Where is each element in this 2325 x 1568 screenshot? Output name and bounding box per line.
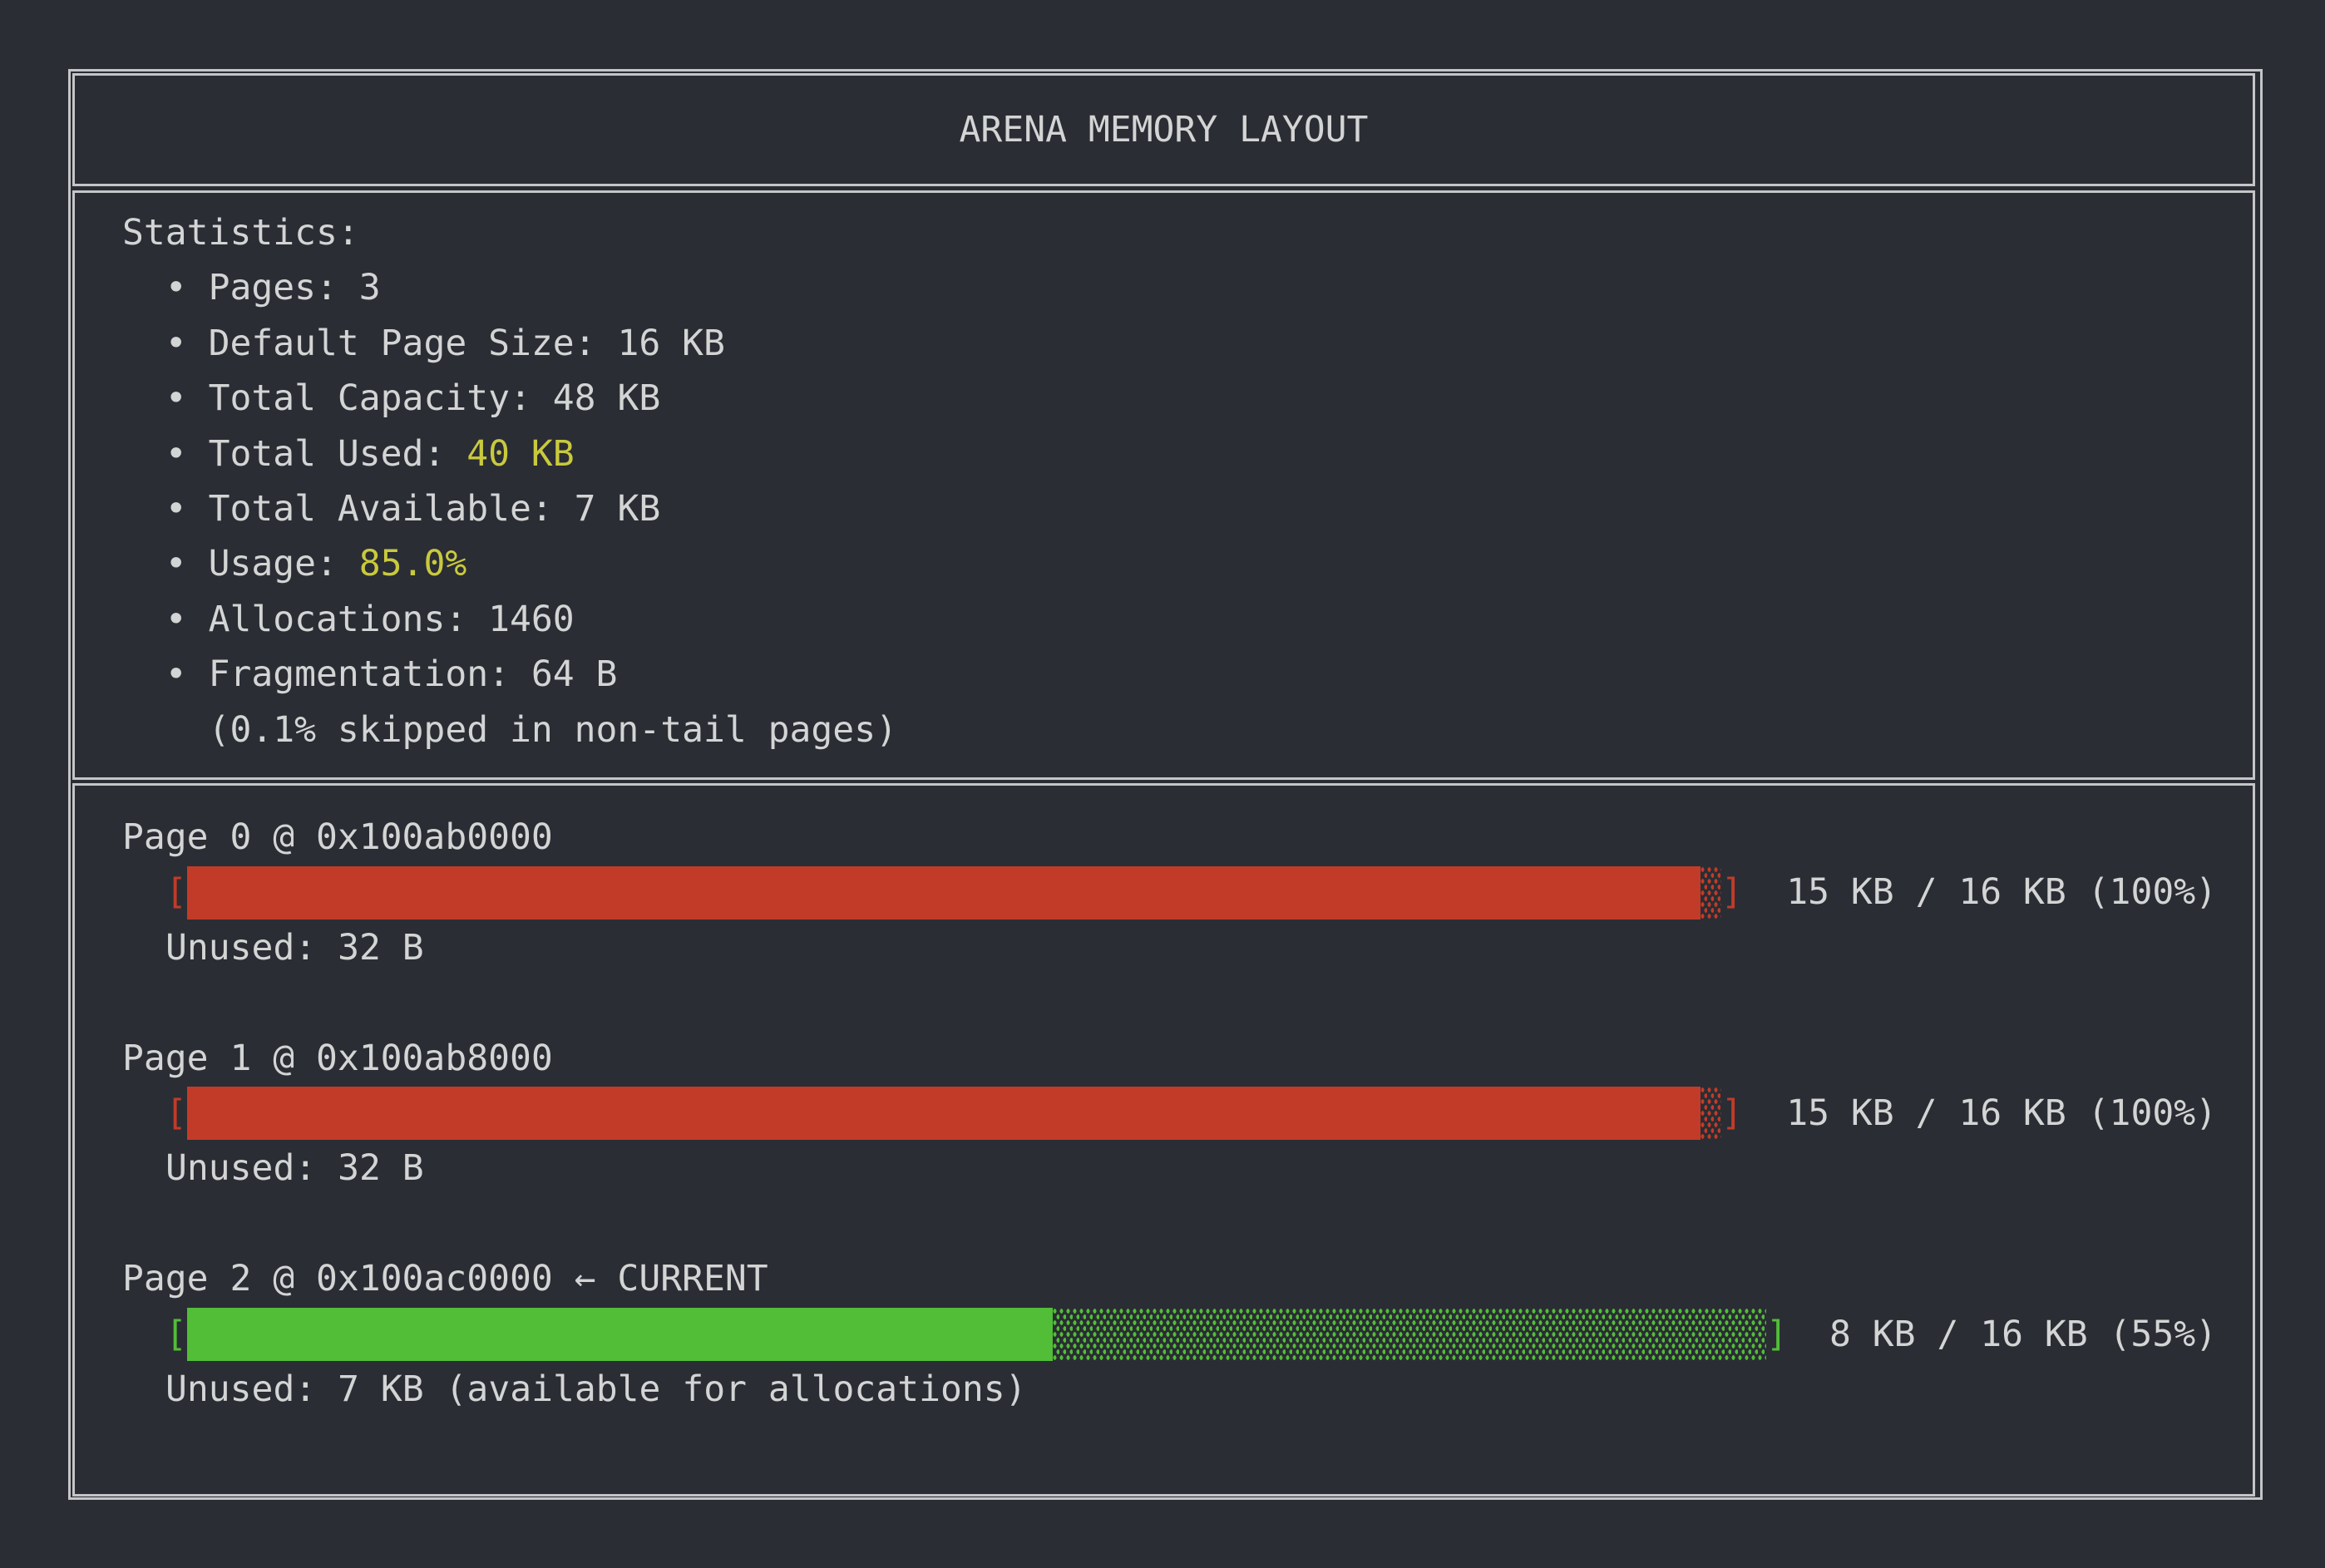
stat-label: Usage: [209,543,359,584]
bar-open-bracket: [ [165,1307,187,1362]
bar-track [187,866,1721,920]
stat-highlight: 40 KB [466,433,574,475]
bar-free-segment [1701,866,1721,920]
stat-item-total-available: • Total Available: 7 KB [122,481,2219,536]
stat-label: Pages: 3 [209,267,381,308]
stat-label: Allocations: 1460 [209,599,575,640]
page-2-unused-label: Unused: 7 KB (available for allocations) [122,1362,2217,1417]
terminal-screen: ARENA MEMORY LAYOUT Statistics: • Pages:… [0,0,2325,1568]
page-0-unused-label: Unused: 32 B [122,920,2217,975]
bar-close-bracket: ] [1766,1307,1788,1362]
stat-item-pages: • Pages: 3 [122,260,2219,315]
bar-close-bracket: ] [1721,1086,1743,1141]
spacer-line [122,975,2217,1030]
bar-open-bracket: [ [165,865,187,920]
bar-track [187,1087,1721,1140]
bullet-icon: • [122,433,209,475]
bar-close-bracket: ] [1721,865,1743,920]
statistics-note: (0.1% skipped in non-tail pages) [122,703,2219,757]
page-2-bar: [ ] 8 KB / 16 KB (55%) [122,1307,2217,1362]
bar-used-segment [187,1087,1701,1140]
page-1-bar: [ ] 15 KB / 16 KB (100%) [122,1086,2217,1141]
bullet-icon: • [122,267,209,308]
bar-stats-label: 15 KB / 16 KB (100%) [1743,865,2217,920]
page-title: ARENA MEMORY LAYOUT [960,109,1369,150]
bar-stats-label: 15 KB / 16 KB (100%) [1743,1086,2217,1141]
statistics-panel: Statistics: • Pages: 3 • Default Page Si… [72,190,2255,780]
bar-open-bracket: [ [165,1086,187,1141]
spacer-line [122,1196,2217,1251]
bullet-icon: • [122,488,209,530]
stat-item-fragmentation: • Fragmentation: 64 B [122,647,2219,702]
bar-used-segment [187,1308,1053,1361]
title-panel: ARENA MEMORY LAYOUT [72,73,2255,186]
bar-free-segment [1053,1308,1766,1361]
pages-panel: Page 0 @ 0x100ab0000 [ ] 15 KB / 16 KB (… [72,783,2255,1497]
stat-item-usage: • Usage: 85.0% [122,536,2219,591]
page-0-bar: [ ] 15 KB / 16 KB (100%) [122,865,2217,920]
page-1-header: Page 1 @ 0x100ab8000 [122,1031,2217,1086]
stat-label: Total Used: [209,433,467,475]
stat-label: Default Page Size: 16 KB [209,323,725,364]
stat-label: Fragmentation: 64 B [209,653,618,695]
page-2-header: Page 2 @ 0x100ac0000 ← CURRENT [122,1251,2217,1306]
stat-label: Total Available: 7 KB [209,488,661,530]
stat-item-total-capacity: • Total Capacity: 48 KB [122,371,2219,426]
bullet-icon: • [122,323,209,364]
bullet-icon: • [122,599,209,640]
bar-free-segment [1701,1087,1721,1140]
bar-used-segment [187,866,1701,920]
bar-track [187,1308,1766,1361]
statistics-heading: Statistics: [122,205,2219,260]
stat-label: Total Capacity: 48 KB [209,377,661,419]
stat-highlight: 85.0% [359,543,466,584]
bullet-icon: • [122,377,209,419]
stat-item-total-used: • Total Used: 40 KB [122,427,2219,481]
bar-stats-label: 8 KB / 16 KB (55%) [1788,1307,2217,1362]
page-1-unused-label: Unused: 32 B [122,1141,2217,1196]
bullet-icon: • [122,543,209,584]
page-0-header: Page 0 @ 0x100ab0000 [122,810,2217,865]
stat-item-allocations: • Allocations: 1460 [122,592,2219,647]
stat-item-default-page-size: • Default Page Size: 16 KB [122,316,2219,371]
bullet-icon: • [122,653,209,695]
